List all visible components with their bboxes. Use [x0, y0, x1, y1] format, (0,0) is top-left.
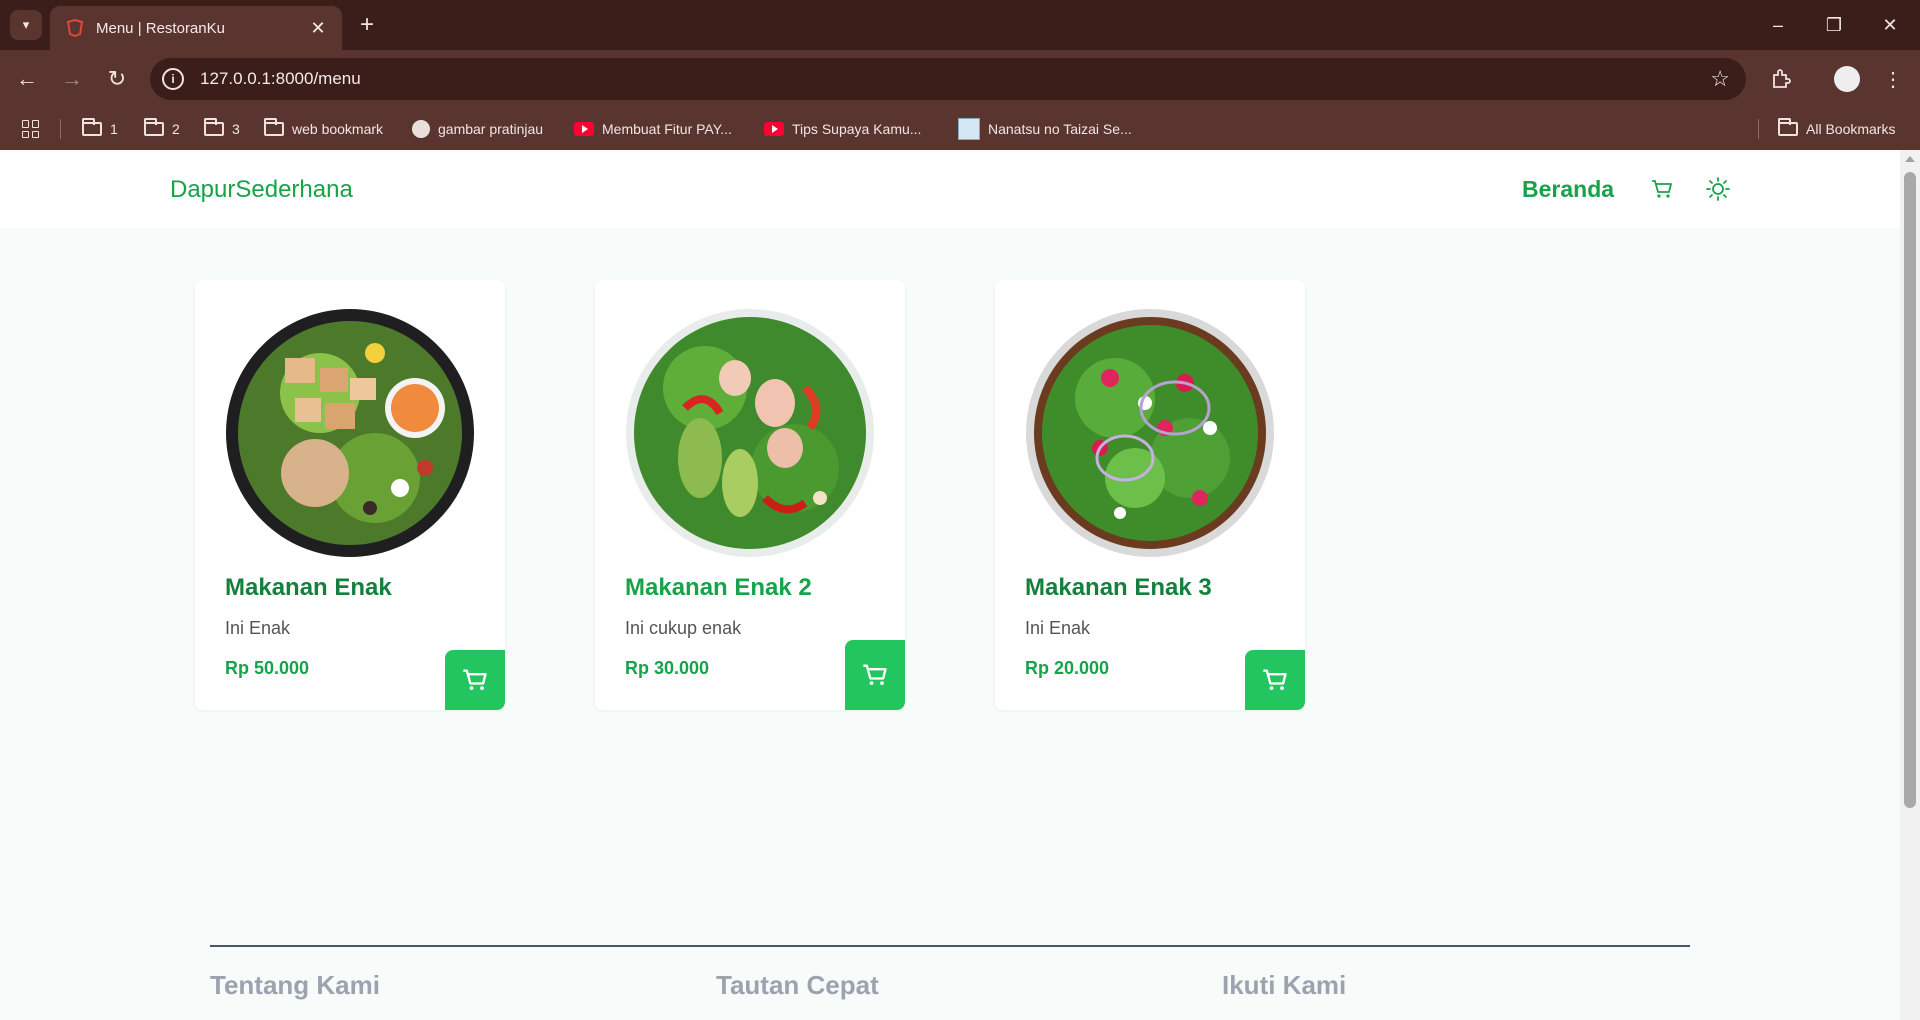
bookmark-folder-web[interactable]: web bookmark	[264, 108, 383, 150]
bookmark-label: gambar pratinjau	[438, 121, 544, 137]
menu-item-desc: Ini Enak	[225, 618, 291, 638]
restore-icon[interactable]: ❐	[1806, 0, 1862, 50]
food-image	[1026, 309, 1274, 557]
favicon-icon	[66, 19, 84, 37]
add-to-cart-button[interactable]	[1245, 650, 1305, 710]
bookmark-label: All Bookmarks	[1806, 121, 1896, 137]
url-text[interactable]: 127.0.0.1:8000/menu	[200, 69, 1710, 89]
bookmarks-bar: 1 2 3 web bookmark gambar pratinjau Memb…	[0, 108, 1920, 150]
menu-card: Makanan Enak 3 Ini Enak Rp 20.000	[995, 280, 1305, 710]
tab-title: Menu | RestoranKu	[96, 19, 225, 37]
all-bookmarks[interactable]: All Bookmarks	[1778, 108, 1895, 150]
menu-item-name: Makanan Enak 3	[1025, 574, 1212, 601]
folder-icon	[82, 118, 102, 136]
folder-icon	[264, 118, 284, 136]
menu-item-name: Makanan Enak 2	[625, 574, 812, 601]
bookmark-label: Membuat Fitur PAY...	[602, 121, 732, 137]
menu-item-price: Rp 20.000	[1025, 658, 1110, 678]
bookmark-folder-3[interactable]: 3	[204, 108, 240, 150]
cart-icon[interactable]	[1650, 178, 1674, 200]
folder-icon	[144, 118, 164, 136]
reload-icon[interactable]: ↻	[100, 62, 134, 96]
extensions-icon[interactable]	[1764, 62, 1798, 96]
menu-card: Makanan Enak 2 Ini cukup enak Rp 30.000	[595, 280, 905, 710]
bookmark-label: 3	[232, 121, 240, 137]
menu-item-desc: Ini cukup enak	[625, 618, 742, 638]
page-scrollbar[interactable]	[1900, 150, 1920, 1020]
globe-icon	[412, 120, 430, 138]
bookmark-nanatsu[interactable]: Nanatsu no Taizai Se...	[958, 108, 1132, 150]
book-icon	[958, 118, 980, 140]
scroll-up-icon[interactable]	[1905, 156, 1915, 162]
menu-item-name: Makanan Enak	[225, 574, 392, 601]
site-brand[interactable]: DapurSederhana	[170, 176, 353, 204]
browser-toolbar: ← → ↻ i 127.0.0.1:8000/menu ☆ ⋮	[0, 50, 1920, 108]
bookmark-label: 2	[172, 121, 180, 137]
page-content: DapurSederhana Beranda Makanan Enak Ini …	[0, 150, 1900, 1020]
star-icon[interactable]: ☆	[1710, 66, 1730, 92]
forward-icon[interactable]: →	[55, 62, 89, 96]
apps-icon[interactable]	[22, 108, 40, 150]
menu-item-price: Rp 30.000	[625, 658, 710, 678]
footer-heading-social: Ikuti Kami	[1222, 970, 1347, 1000]
tab-list-icon[interactable]: ▾	[10, 10, 42, 40]
menu-item-desc: Ini Enak	[1025, 618, 1091, 638]
cart-icon	[463, 669, 487, 691]
scrollbar-thumb[interactable]	[1904, 172, 1916, 808]
bookmark-folder-1[interactable]: 1	[82, 108, 118, 150]
more-icon[interactable]: ⋮	[1876, 62, 1910, 96]
folder-icon	[204, 118, 224, 136]
bookmark-folder-2[interactable]: 2	[144, 108, 180, 150]
bookmark-label: 1	[110, 121, 118, 137]
bookmark-label: Tips Supaya Kamu...	[792, 121, 922, 137]
info-icon[interactable]: i	[162, 68, 184, 90]
close-icon[interactable]: ✕	[306, 16, 330, 40]
bookmark-pay[interactable]: Membuat Fitur PAY...	[574, 108, 732, 150]
bookmark-gambar[interactable]: gambar pratinjau	[412, 108, 543, 150]
menu-card: Makanan Enak Ini Enak Rp 50.000	[195, 280, 505, 710]
youtube-icon	[764, 122, 784, 136]
minimize-icon[interactable]: –	[1750, 0, 1806, 50]
browser-tabstrip: ▾ Menu | RestoranKu ✕ + – ❐ ✕	[0, 0, 1920, 50]
browser-tab-active[interactable]: Menu | RestoranKu ✕	[50, 6, 342, 50]
folder-icon	[1778, 118, 1798, 136]
add-to-cart-button[interactable]	[845, 640, 905, 710]
food-image	[626, 309, 874, 557]
back-icon[interactable]: ←	[10, 62, 44, 96]
bookmark-tips[interactable]: Tips Supaya Kamu...	[764, 108, 921, 150]
plus-icon[interactable]: +	[352, 10, 382, 40]
add-to-cart-button[interactable]	[445, 650, 505, 710]
youtube-icon	[574, 122, 594, 136]
menu-item-price: Rp 50.000	[225, 658, 310, 678]
sun-icon[interactable]	[1705, 176, 1731, 202]
footer-divider	[210, 945, 1690, 947]
cart-icon	[1263, 669, 1287, 691]
food-image	[226, 309, 474, 557]
close-window-icon[interactable]: ✕	[1862, 0, 1918, 50]
footer-heading-about: Tentang Kami	[210, 970, 380, 1000]
cart-icon	[863, 664, 887, 686]
bookmark-label: web bookmark	[292, 121, 384, 137]
profile-icon[interactable]	[1834, 66, 1860, 92]
bookmark-label: Nanatsu no Taizai Se...	[988, 121, 1132, 137]
site-header: DapurSederhana Beranda	[0, 150, 1900, 228]
address-bar[interactable]: i 127.0.0.1:8000/menu ☆	[150, 58, 1746, 100]
nav-home-link[interactable]: Beranda	[1522, 176, 1614, 203]
footer-heading-links: Tautan Cepat	[716, 970, 879, 1000]
